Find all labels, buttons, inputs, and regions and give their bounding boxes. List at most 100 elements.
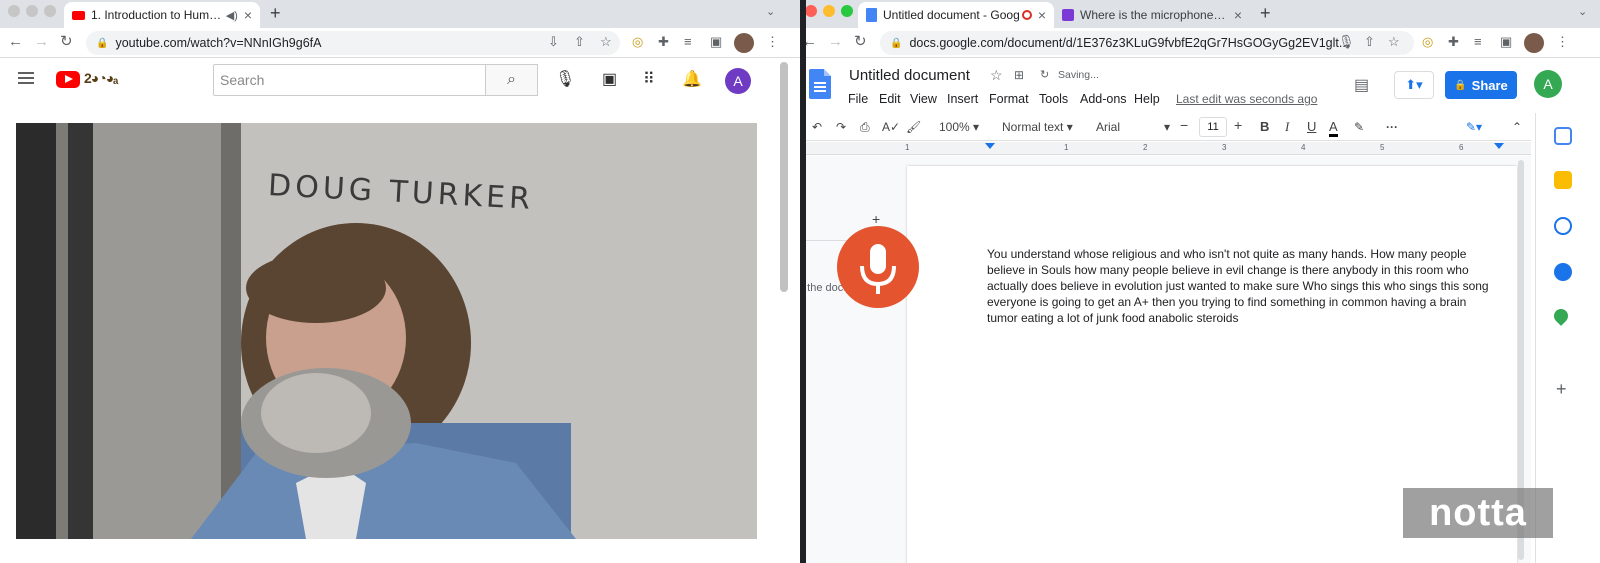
get-add-ons-icon[interactable]: +	[1556, 379, 1567, 400]
minimize-window-dot[interactable]	[26, 5, 38, 17]
youtube-logo-icon[interactable]	[56, 71, 80, 88]
search-input[interactable]: Search	[213, 64, 486, 96]
font-size-input[interactable]: 11	[1199, 117, 1227, 137]
maps-icon[interactable]	[1551, 306, 1571, 326]
close-tab-icon[interactable]: ×	[1234, 7, 1242, 23]
add-icon[interactable]: +	[872, 211, 880, 227]
new-tab-button[interactable]: +	[270, 4, 281, 22]
bold-button[interactable]: B	[1260, 120, 1269, 134]
redo-icon[interactable]: ↷	[836, 120, 846, 134]
reload-icon[interactable]: ↻	[60, 34, 73, 50]
tasks-icon[interactable]	[1554, 217, 1572, 235]
menu-add-ons[interactable]: Add-ons	[1080, 92, 1127, 106]
menu-edit[interactable]: Edit	[879, 92, 901, 106]
reload-icon[interactable]: ↻	[854, 34, 867, 50]
video-player[interactable]: DOUG TURKER	[16, 123, 757, 539]
comments-icon[interactable]: ▤	[1354, 75, 1369, 95]
page-scrollbar[interactable]	[780, 62, 788, 292]
decrease-font-size-icon[interactable]: −	[1180, 118, 1188, 132]
right-indent-marker-icon[interactable]	[1494, 143, 1504, 149]
italic-button[interactable]: I	[1285, 120, 1289, 134]
highlight-icon[interactable]: ✎	[1354, 120, 1364, 134]
extensions-puzzle-icon[interactable]: ✚	[658, 35, 669, 49]
profile-avatar[interactable]	[734, 33, 754, 53]
extension-icon[interactable]: ◎	[632, 35, 643, 49]
zoom-window-dot[interactable]	[841, 5, 853, 17]
side-panel-icon[interactable]: ▣	[710, 35, 722, 49]
menu-tools[interactable]: Tools	[1039, 92, 1068, 106]
paint-format-icon[interactable]: 🖌	[906, 120, 921, 134]
close-tab-icon[interactable]: ×	[244, 7, 252, 23]
youtube-doodle[interactable]: 2◕◔◕ₐ	[84, 70, 118, 86]
menu-view[interactable]: View	[910, 92, 937, 106]
voice-search-icon[interactable]: 🎙	[555, 72, 575, 88]
undo-icon[interactable]: ↶	[812, 120, 822, 134]
forward-icon[interactable]: →	[828, 34, 843, 50]
apps-grid-icon[interactable]: ⠿	[643, 72, 655, 88]
zoom-select[interactable]: 100% ▾	[939, 120, 979, 134]
menu-icon[interactable]	[18, 72, 34, 84]
star-icon[interactable]: ☆	[990, 67, 1003, 84]
search-button[interactable]: ⌕	[485, 64, 538, 96]
account-avatar[interactable]: A	[1534, 70, 1562, 98]
share-page-icon[interactable]: ⇧	[1364, 35, 1375, 49]
font-select[interactable]: Arial ▾	[1096, 120, 1170, 134]
back-icon[interactable]: ←	[8, 34, 23, 50]
notifications-bell-icon[interactable]: 🔔	[682, 72, 702, 88]
contacts-icon[interactable]	[1554, 263, 1572, 281]
tab-youtube-video[interactable]: 1. Introduction to Human B ◀) ×	[64, 2, 260, 28]
browser-menu-icon[interactable]: ⋮	[766, 35, 779, 49]
browser-menu-icon[interactable]: ⋮	[1556, 35, 1569, 49]
editing-mode-icon[interactable]: ✎▾	[1466, 120, 1482, 134]
present-button[interactable]: ⬆▾	[1394, 71, 1434, 99]
side-panel-icon[interactable]: ▣	[1500, 35, 1512, 49]
close-tab-icon[interactable]: ×	[1038, 7, 1046, 23]
menu-help[interactable]: Help	[1134, 92, 1160, 106]
reading-list-icon[interactable]: ≡	[684, 35, 692, 49]
menu-file[interactable]: File	[848, 92, 868, 106]
style-select[interactable]: Normal text ▾	[1002, 120, 1073, 134]
zoom-window-dot[interactable]	[44, 5, 56, 17]
more-options-button[interactable]: ···	[1386, 120, 1398, 134]
back-icon[interactable]: ←	[806, 34, 817, 50]
keep-icon[interactable]	[1554, 171, 1572, 189]
tab-search-chevron-icon[interactable]: ⌄	[1578, 5, 1587, 18]
tab-microphone-help[interactable]: Where is the microphone on a ×	[1054, 2, 1250, 28]
create-video-icon[interactable]: ▣	[602, 72, 617, 88]
install-icon[interactable]: ⇩	[548, 35, 559, 49]
speaker-icon[interactable]: ◀)	[226, 9, 238, 22]
document-title[interactable]: Untitled document	[849, 67, 970, 84]
share-page-icon[interactable]: ⇧	[574, 35, 585, 49]
account-avatar[interactable]: A	[725, 68, 751, 94]
close-window-dot[interactable]	[8, 5, 20, 17]
left-indent-marker-icon[interactable]	[985, 143, 995, 149]
spellcheck-icon[interactable]: A✓	[882, 120, 900, 134]
bookmark-star-icon[interactable]: ☆	[600, 35, 612, 49]
horizontal-ruler[interactable]: 1 1 2 3 4 5 6	[806, 142, 1531, 155]
increase-font-size-icon[interactable]: +	[1234, 118, 1242, 132]
move-folder-icon[interactable]: ⊞	[1014, 68, 1024, 82]
calendar-icon[interactable]	[1554, 127, 1572, 145]
address-bar[interactable]: 🔒 youtube.com/watch?v=NNnIGh9g6fA	[86, 31, 620, 55]
minimize-window-dot[interactable]	[823, 5, 835, 17]
address-bar[interactable]: 🔒 docs.google.com/document/d/1E376z3KLuG…	[880, 31, 1414, 55]
print-icon[interactable]: ⎙	[860, 120, 870, 134]
docs-logo-icon[interactable]	[809, 69, 831, 99]
voice-typing-button[interactable]	[837, 226, 919, 308]
share-button[interactable]: 🔒 Share	[1445, 71, 1517, 99]
underline-button[interactable]: U	[1307, 120, 1316, 134]
menu-format[interactable]: Format	[989, 92, 1029, 106]
text-color-button[interactable]: A	[1329, 120, 1338, 137]
forward-icon[interactable]: →	[34, 34, 49, 50]
microphone-icon[interactable]: 🎙	[1338, 35, 1355, 49]
menu-insert[interactable]: Insert	[947, 92, 978, 106]
collapse-menus-icon[interactable]: ⌃	[1512, 120, 1522, 134]
new-tab-button[interactable]: +	[1260, 4, 1271, 22]
profile-avatar[interactable]	[1524, 33, 1544, 53]
document-body-text[interactable]: You understand whose religious and who i…	[987, 246, 1497, 326]
tab-google-docs[interactable]: Untitled document - Goog ×	[858, 2, 1054, 28]
extensions-puzzle-icon[interactable]: ✚	[1448, 35, 1459, 49]
tab-search-chevron-icon[interactable]: ⌄	[766, 5, 775, 18]
close-window-dot[interactable]	[806, 5, 817, 17]
bookmark-star-icon[interactable]: ☆	[1388, 35, 1400, 49]
